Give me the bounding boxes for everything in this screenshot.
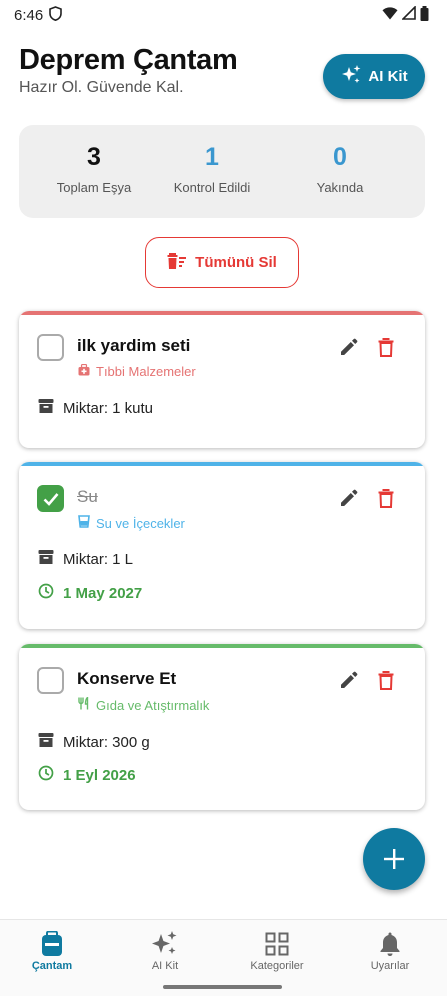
clock-icon xyxy=(38,583,54,603)
grid-icon xyxy=(265,932,289,956)
nav-item-uyarilar[interactable]: Uyarılar xyxy=(350,928,430,972)
delete-sweep-icon xyxy=(167,252,187,274)
shield-icon xyxy=(49,5,63,25)
battery-icon xyxy=(420,5,429,25)
item-quantity-label: Miktar: 300 g xyxy=(63,733,150,751)
item-checkbox[interactable] xyxy=(37,667,64,694)
stats-panel: 3 Toplam Eşya 1 Kontrol Edildi 0 Yakında xyxy=(19,125,425,218)
stat-total: 3 Toplam Eşya xyxy=(39,143,149,195)
fork-knife-icon xyxy=(78,696,90,713)
item-expiry: 1 Eyl 2026 xyxy=(38,765,136,785)
stat-soon: 0 Yakında xyxy=(285,143,395,195)
checkmark-icon xyxy=(43,492,58,506)
item-category-label: Gıda ve Atıştırmalık xyxy=(96,697,210,713)
plus-icon xyxy=(384,849,404,869)
item-category: Tıbbi Malzemeler xyxy=(78,363,196,379)
category-color-bar xyxy=(19,462,425,466)
signal-icon xyxy=(401,5,416,24)
pencil-icon xyxy=(341,338,358,355)
edit-button[interactable] xyxy=(339,670,361,692)
delete-button[interactable] xyxy=(377,337,399,359)
category-color-bar xyxy=(19,311,425,315)
item-quantity-label: Miktar: 1 kutu xyxy=(63,399,154,417)
item-category: Su ve İçecekler xyxy=(78,515,185,531)
trash-icon xyxy=(378,489,394,508)
item-name: Su xyxy=(77,487,98,506)
item-quantity: Miktar: 1 kutu xyxy=(38,398,153,418)
item-card: Konserve Et Gıda ve Atıştırmalık Miktar:… xyxy=(19,644,425,810)
archive-icon xyxy=(38,398,54,418)
trash-icon xyxy=(378,338,394,357)
archive-icon xyxy=(38,732,54,752)
delete-button[interactable] xyxy=(377,670,399,692)
item-quantity-label: Miktar: 1 L xyxy=(63,550,134,568)
nav-item-kategoriler[interactable]: Kategoriler xyxy=(237,928,317,972)
item-name: ilk yardim seti xyxy=(77,336,191,355)
sparkle-icon xyxy=(152,931,177,954)
status-bar: 6:46 xyxy=(0,0,447,30)
add-item-button[interactable] xyxy=(363,828,425,890)
stat-value: 3 xyxy=(87,143,101,171)
nav-item-ai-kit[interactable]: AI Kit xyxy=(125,928,205,972)
medical-bag-icon xyxy=(78,363,90,379)
item-category-label: Su ve İçecekler xyxy=(96,515,185,531)
nav-label: Çantam xyxy=(31,960,73,972)
ai-kit-button-label: AI Kit xyxy=(368,68,408,85)
status-time: 6:46 xyxy=(14,6,44,24)
item-card: ilk yardim seti Tıbbi Malzemeler Miktar:… xyxy=(19,311,425,448)
edit-button[interactable] xyxy=(339,337,361,359)
edit-button[interactable] xyxy=(339,488,361,510)
delete-all-button[interactable]: Tümünü Sil xyxy=(145,237,299,288)
item-quantity: Miktar: 1 L xyxy=(38,549,133,569)
item-checkbox[interactable] xyxy=(37,334,64,361)
stat-label: Toplam Eşya xyxy=(56,180,132,195)
stat-label: Kontrol Edildi xyxy=(173,180,251,195)
item-card: Su Su ve İçecekler Miktar: 1 L 1 May 202… xyxy=(19,462,425,629)
header: Deprem Çantam Hazır Ol. Güvende Kal. AI … xyxy=(19,44,425,104)
delete-all-label: Tümünü Sil xyxy=(195,254,277,271)
pencil-icon xyxy=(341,489,358,506)
item-name: Konserve Et xyxy=(77,669,177,688)
category-color-bar xyxy=(19,644,425,648)
nav-label: Kategoriler xyxy=(250,960,304,972)
trash-icon xyxy=(378,671,394,690)
item-expiry: 1 May 2027 xyxy=(38,583,142,603)
stat-label: Yakında xyxy=(316,180,364,195)
sparkle-icon xyxy=(340,64,362,90)
item-category-label: Tıbbi Malzemeler xyxy=(96,364,196,379)
stat-checked: 1 Kontrol Edildi xyxy=(157,143,267,195)
cup-icon xyxy=(78,515,90,531)
bag-icon xyxy=(42,931,62,956)
archive-icon xyxy=(38,549,54,569)
nav-label: AI Kit xyxy=(151,960,179,972)
item-expiry-label: 1 May 2027 xyxy=(63,584,143,602)
pencil-icon xyxy=(341,671,358,688)
bell-icon xyxy=(380,932,400,956)
item-checkbox[interactable] xyxy=(37,485,64,512)
item-quantity: Miktar: 300 g xyxy=(38,732,150,752)
home-indicator[interactable] xyxy=(163,985,282,989)
ai-kit-button[interactable]: AI Kit xyxy=(323,54,425,99)
clock-icon xyxy=(38,765,54,785)
nav-item-cantam[interactable]: Çantam xyxy=(12,928,92,972)
item-expiry-label: 1 Eyl 2026 xyxy=(63,766,136,784)
wifi-icon xyxy=(382,6,398,24)
item-category: Gıda ve Atıştırmalık xyxy=(78,696,210,713)
delete-button[interactable] xyxy=(377,488,399,510)
nav-label: Uyarılar xyxy=(370,960,410,972)
stat-value: 0 xyxy=(333,143,347,171)
stat-value: 1 xyxy=(205,143,219,171)
